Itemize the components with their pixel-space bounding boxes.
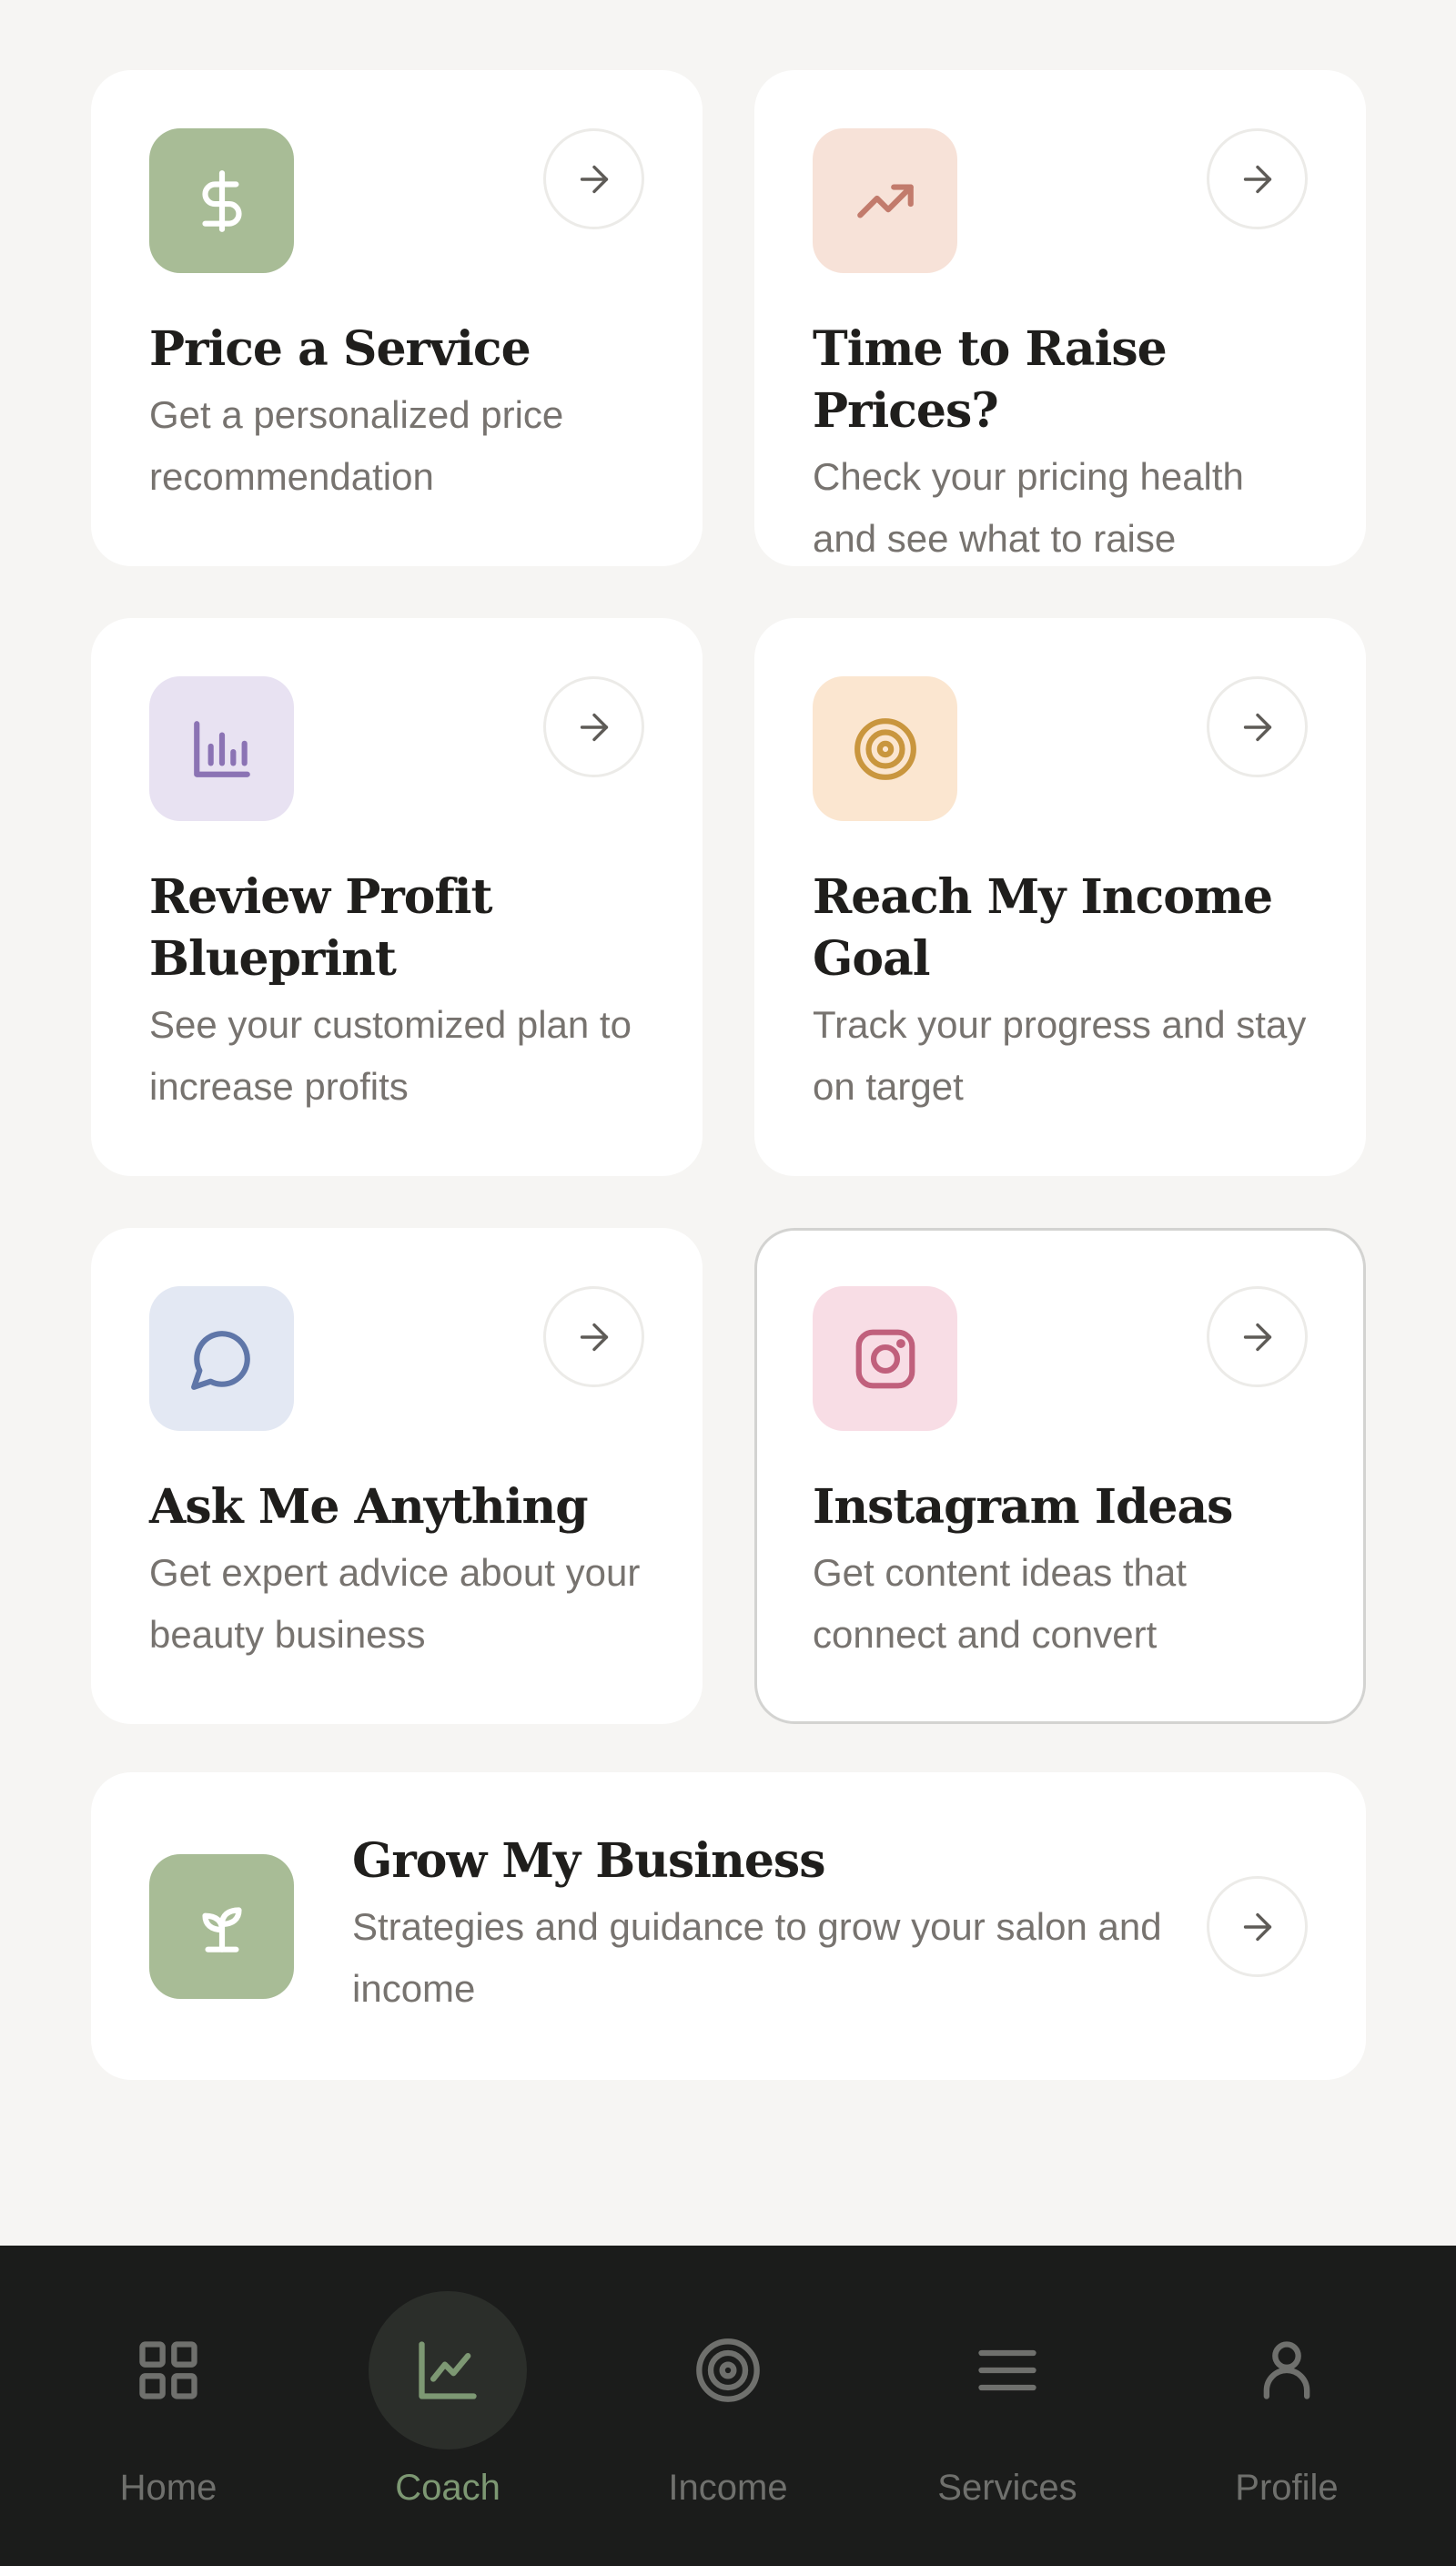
card-description: Get content ideas that connect and conve… (813, 1551, 1187, 1656)
nav-icon-wrap (1208, 2291, 1366, 2449)
card-icon-tile (813, 1286, 957, 1431)
dollar-icon (201, 169, 242, 232)
card-title: Reach My Income Goal (813, 869, 1273, 987)
nav-icon-wrap (369, 2291, 527, 2449)
arrow-right-icon (1243, 1912, 1271, 1941)
nav-label: Services (937, 2468, 1077, 2508)
arrow-right-icon (580, 713, 608, 741)
action-card-grid: Price a Service Get a personalized price… (91, 70, 1366, 1724)
open-arrow-button[interactable] (1207, 1286, 1308, 1387)
nav-label: Income (668, 2468, 788, 2508)
card-icon-tile (149, 128, 294, 273)
open-arrow-button[interactable] (543, 676, 644, 777)
nav-item-profile[interactable]: Profile (1182, 2246, 1391, 2566)
card-title: Instagram Ideas (813, 1479, 1233, 1535)
card-description: Check your pricing health and see what t… (813, 455, 1244, 560)
nav-icon-wrap (649, 2291, 807, 2449)
card-reach-my-income-goal[interactable]: Reach My Income Goal Track your progress… (754, 618, 1366, 1176)
card-description: Track your progress and stay on target (813, 1003, 1307, 1108)
arrow-right-icon (1243, 1323, 1271, 1351)
card-title: Price a Service (149, 321, 531, 377)
chat-bubble-icon (190, 1330, 250, 1390)
arrow-right-icon (580, 165, 608, 193)
trending-up-icon (856, 184, 914, 218)
arrow-right-icon (1243, 165, 1271, 193)
nav-label: Home (119, 2468, 217, 2508)
card-title: Time to Raise Prices? (813, 321, 1168, 439)
nav-item-services[interactable]: Services (903, 2246, 1112, 2566)
chart-line-icon (419, 2341, 477, 2399)
card-ask-me-anything[interactable]: Ask Me Anything Get expert advice about … (91, 1228, 703, 1724)
user-icon (1263, 2341, 1310, 2399)
nav-item-home[interactable]: Home (64, 2246, 273, 2566)
nav-item-income[interactable]: Income (623, 2246, 833, 2566)
open-arrow-button[interactable] (1207, 676, 1308, 777)
card-description: Get a personalized price recommendation (149, 393, 564, 498)
card-icon-tile (149, 1854, 294, 1999)
grid-icon (139, 2341, 197, 2399)
card-icon-tile (149, 1286, 294, 1431)
card-icon-tile (813, 128, 957, 273)
nav-icon-wrap (89, 2291, 248, 2449)
bar-chart-icon (193, 720, 250, 777)
bottom-nav: Home Coach Income Services Profile (0, 2246, 1456, 2566)
nav-label: Profile (1235, 2468, 1339, 2508)
card-price-a-service[interactable]: Price a Service Get a personalized price… (91, 70, 703, 566)
card-description: Get expert advice about your beauty busi… (149, 1551, 641, 1656)
card-review-profit-blueprint[interactable]: Review Profit Blueprint See your customi… (91, 618, 703, 1176)
target-icon (696, 2338, 760, 2402)
menu-icon (978, 2349, 1036, 2391)
card-grow-my-business[interactable]: Grow My Business Strategies and guidance… (91, 1772, 1366, 2080)
card-instagram-ideas[interactable]: Instagram Ideas Get content ideas that c… (754, 1228, 1366, 1724)
card-icon-tile (813, 676, 957, 821)
card-title: Ask Me Anything (149, 1479, 589, 1535)
nav-label: Coach (395, 2468, 500, 2508)
target-icon (854, 717, 916, 780)
card-text: Grow My Business Strategies and guidance… (352, 1831, 1171, 2020)
card-description: See your customized plan to increase pro… (149, 1003, 632, 1108)
card-title: Grow My Business (352, 1833, 825, 1889)
open-arrow-button[interactable] (1207, 1876, 1308, 1977)
open-arrow-button[interactable] (543, 1286, 644, 1387)
arrow-right-icon (1243, 713, 1271, 741)
sprout-icon (201, 1906, 242, 1952)
nav-item-coach[interactable]: Coach (343, 2246, 552, 2566)
instagram-icon (855, 1329, 915, 1388)
card-icon-tile (149, 676, 294, 821)
card-description: Strategies and guidance to grow your sal… (352, 1905, 1162, 2010)
arrow-right-icon (580, 1323, 608, 1351)
open-arrow-button[interactable] (1207, 128, 1308, 229)
card-title: Review Profit Blueprint (149, 869, 493, 987)
open-arrow-button[interactable] (543, 128, 644, 229)
card-time-to-raise-prices[interactable]: Time to Raise Prices? Check your pricing… (754, 70, 1366, 566)
nav-icon-wrap (928, 2291, 1087, 2449)
